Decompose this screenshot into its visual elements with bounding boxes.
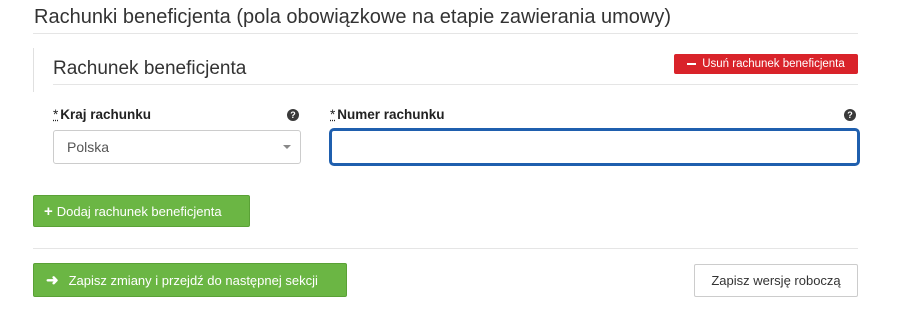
remove-account-label: Usuń rachunek beneficjenta [702, 58, 845, 70]
plus-icon: + [44, 202, 53, 220]
number-label: * Numer rachunku [330, 107, 445, 122]
save-draft-label: Zapisz wersję roboczą [711, 273, 841, 288]
country-select[interactable]: Polska [53, 130, 301, 164]
remove-account-button[interactable]: Usuń rachunek beneficjenta [674, 54, 858, 74]
add-account-button[interactable]: + Dodaj rachunek beneficjenta [33, 195, 250, 227]
arrow-right-icon: ➜ [46, 271, 59, 289]
required-mark: * [330, 107, 336, 122]
save-and-next-button[interactable]: ➜ Zapisz zmiany i przejdź do następnej s… [33, 263, 347, 297]
account-number-input[interactable] [329, 128, 860, 166]
country-label-text: Kraj rachunku [60, 107, 152, 122]
add-account-label: Dodaj rachunek beneficjenta [56, 203, 222, 219]
divider [53, 84, 858, 85]
number-label-text: Numer rachunku [337, 107, 445, 122]
divider [33, 248, 858, 249]
question-circle-icon[interactable]: ? [844, 109, 856, 121]
panel-border [33, 48, 34, 92]
minus-icon [687, 63, 697, 65]
divider [33, 33, 858, 34]
caret-down-icon [283, 145, 291, 149]
account-title: Rachunek beneficjenta [53, 58, 247, 79]
beneficiary-account-panel: Rachunek beneficjenta Usuń rachunek bene… [33, 48, 860, 188]
save-and-next-label: Zapisz zmiany i przejdź do następnej sek… [68, 272, 318, 288]
country-label: * Kraj rachunku [53, 107, 151, 122]
section-title: Rachunki beneficjenta (pola obowiązkowe … [34, 6, 672, 28]
country-select-value: Polska [67, 139, 110, 155]
question-circle-icon[interactable]: ? [287, 109, 299, 121]
save-draft-button[interactable]: Zapisz wersję roboczą [694, 264, 858, 297]
required-mark: * [53, 107, 59, 122]
